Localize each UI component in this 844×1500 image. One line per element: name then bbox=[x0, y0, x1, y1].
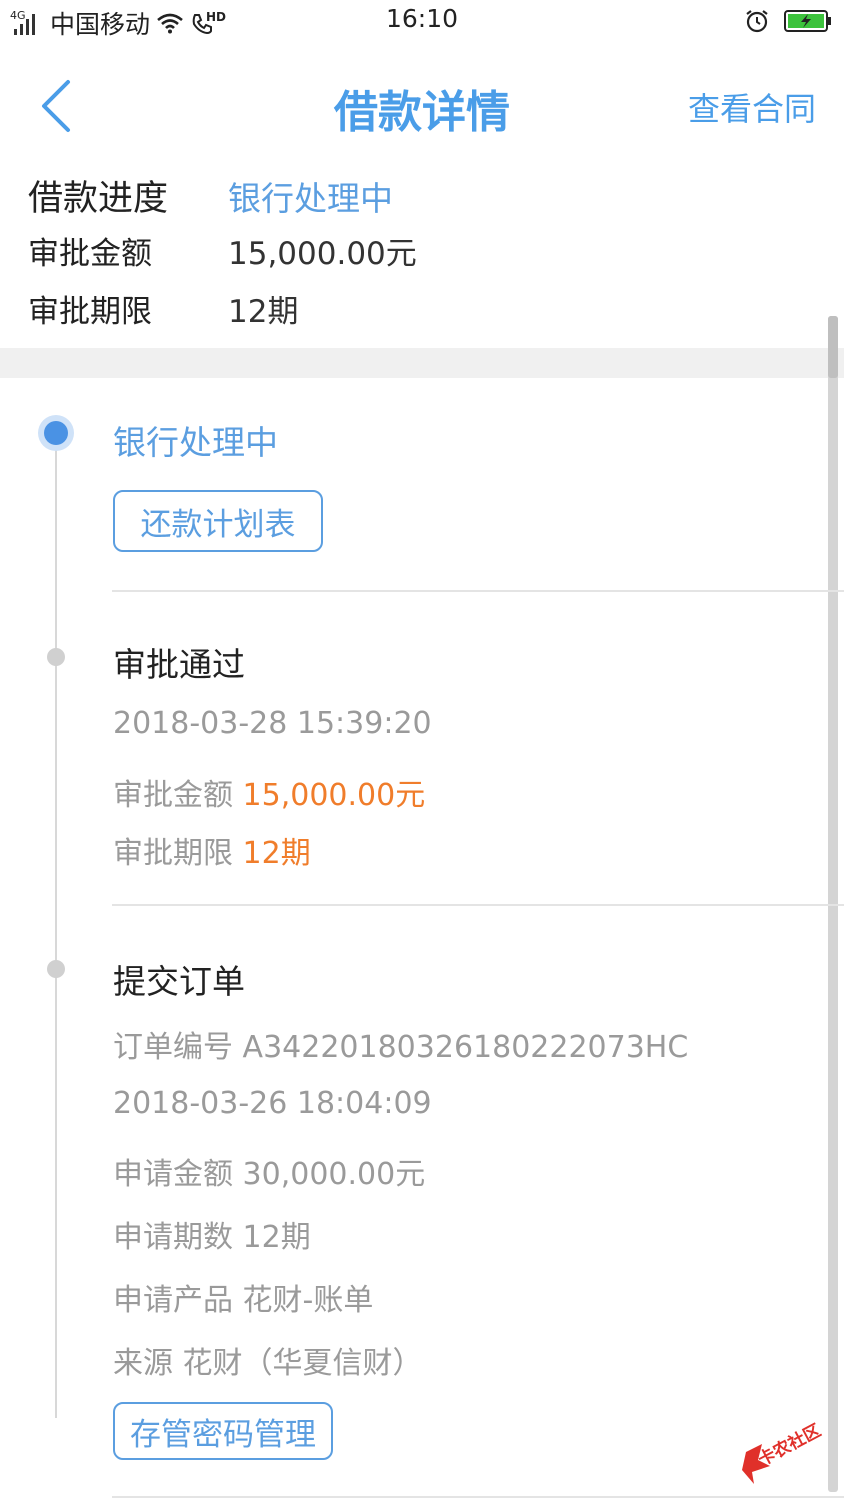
custody-password-button[interactable]: 存管密码管理 bbox=[113, 1402, 333, 1460]
nav-header: 借款详情 查看合同 bbox=[0, 60, 844, 152]
status-time: 16:10 bbox=[385, 4, 459, 33]
step-approved-title: 审批通过 bbox=[113, 645, 245, 684]
step-divider bbox=[112, 904, 844, 906]
battery-charging-icon bbox=[784, 10, 831, 32]
loan-summary: 借款进度 银行处理中 审批金额 15,000.00元 审批期限 12期 bbox=[28, 162, 808, 336]
step-divider bbox=[112, 590, 844, 592]
approved-term-value: 12期 bbox=[228, 294, 299, 330]
apply-amount-line: 申请金额 30,000.00元 bbox=[113, 1157, 426, 1192]
scrollbar-thumb[interactable] bbox=[828, 316, 838, 378]
apply-term-line: 申请期数 12期 bbox=[113, 1220, 311, 1255]
approved-term-highlight: 12期 bbox=[242, 836, 311, 871]
status-right bbox=[744, 8, 832, 34]
step-divider bbox=[112, 1496, 844, 1498]
progress-label: 借款进度 bbox=[28, 179, 169, 219]
view-contract-link[interactable]: 查看合同 bbox=[688, 84, 816, 130]
approved-term-label: 审批期限 bbox=[28, 294, 152, 330]
status-bar: 4G 中国移动 HD 16:10 bbox=[0, 0, 844, 46]
timeline-dot bbox=[47, 648, 65, 666]
apply-product-value: 花财-账单 bbox=[242, 1283, 374, 1318]
timeline-line bbox=[55, 438, 57, 1418]
approved-amount-label: 审批金额 bbox=[28, 236, 152, 272]
order-datetime: 2018-03-26 18:04:09 bbox=[113, 1086, 432, 1121]
summary-amount-row: 审批金额 15,000.00元 bbox=[28, 220, 808, 278]
source-value: 花财（华夏信财） bbox=[182, 1346, 423, 1381]
apply-product-line: 申请产品 花财-账单 bbox=[113, 1283, 374, 1318]
step-bank-processing-title: 银行处理中 bbox=[113, 423, 278, 462]
step-order-submitted-title: 提交订单 bbox=[113, 962, 245, 1001]
kanong-logo-icon: 卡农社区 bbox=[742, 1420, 824, 1484]
watermark-text: 卡农社区 bbox=[754, 1420, 824, 1470]
repayment-schedule-button[interactable]: 还款计划表 bbox=[113, 490, 323, 552]
approved-amount-highlight: 15,000.00元 bbox=[242, 778, 426, 813]
progress-value: 银行处理中 bbox=[228, 179, 393, 218]
watermark-logo: 卡农社区 bbox=[740, 1408, 840, 1488]
apply-amount-value: 30,000.00元 bbox=[242, 1157, 426, 1192]
approved-amount-line: 审批金额 15,000.00元 bbox=[113, 778, 426, 813]
approved-datetime: 2018-03-28 15:39:20 bbox=[113, 706, 432, 741]
order-number-value: A3422018032618022​2073HC bbox=[242, 1030, 689, 1065]
source-line: 来源 花财（华夏信财） bbox=[113, 1346, 423, 1381]
summary-progress-row: 借款进度 银行处理中 bbox=[28, 162, 808, 220]
approved-term-line: 审批期限 12期 bbox=[113, 836, 311, 871]
timeline-dot-active bbox=[38, 415, 74, 451]
approved-amount-value: 15,000.00元 bbox=[228, 236, 417, 272]
alarm-icon bbox=[746, 10, 768, 33]
summary-term-row: 审批期限 12期 bbox=[28, 278, 808, 336]
order-number-line: 订单编号 A3422018032618022​2073HC bbox=[113, 1030, 689, 1065]
timeline-dot bbox=[47, 960, 65, 978]
apply-term-value: 12期 bbox=[242, 1220, 311, 1255]
section-separator bbox=[0, 348, 844, 378]
